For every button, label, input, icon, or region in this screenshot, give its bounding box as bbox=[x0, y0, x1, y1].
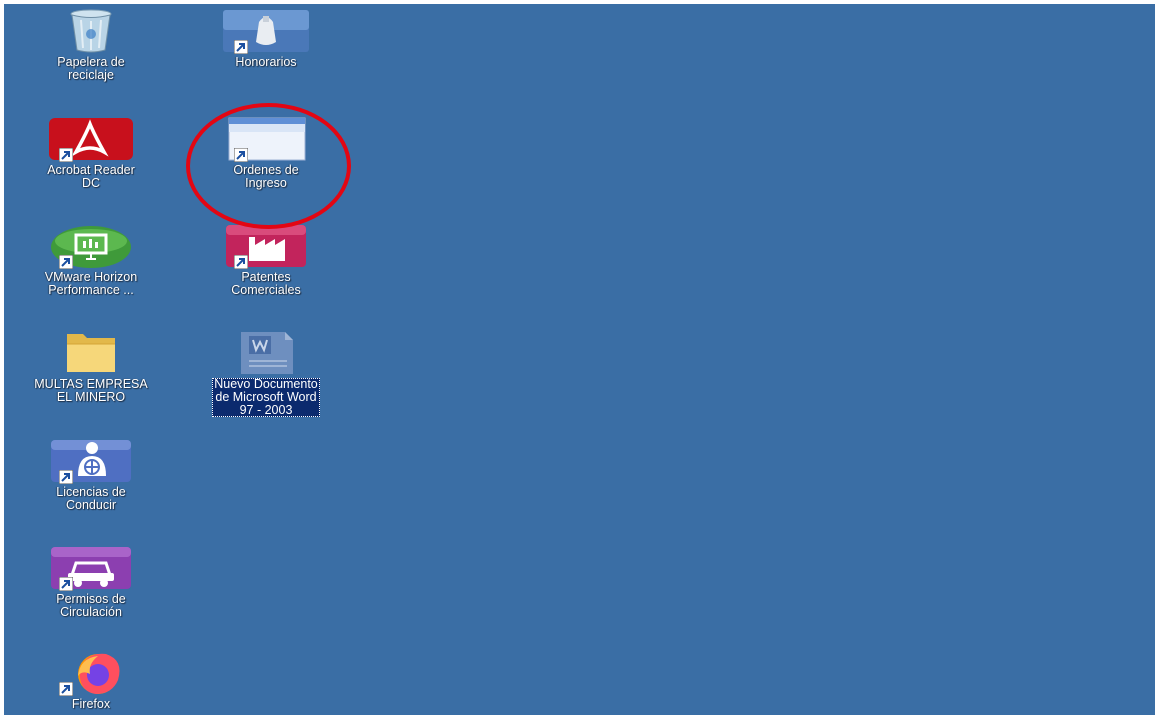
shortcut-arrow-icon bbox=[234, 148, 248, 162]
desktop-icon-permisos-de-circulacion[interactable]: Permisos de Circulación bbox=[4, 545, 178, 619]
desktop-icon-vmware-horizon[interactable]: VMware Horizon Performance ... bbox=[4, 223, 178, 297]
desktop-icon-label: Licencias de Conducir bbox=[56, 485, 126, 512]
desktop-icon-label: Nuevo Documento de Microsoft Word 97 - 2… bbox=[212, 377, 320, 417]
shortcut-arrow-icon bbox=[234, 40, 248, 54]
desktop-icon-label: Firefox bbox=[71, 697, 111, 711]
desktop-icon-ordenes-de-ingreso[interactable]: Ordenes de Ingreso bbox=[179, 116, 353, 190]
desktop-icon-label: VMware Horizon Performance ... bbox=[44, 270, 138, 297]
desktop-icon-licencias-de-conducir[interactable]: Licencias de Conducir bbox=[4, 438, 178, 512]
desktop-icon-multas-folder[interactable]: MULTAS EMPRESA EL MINERO bbox=[4, 330, 178, 404]
folder-icon bbox=[67, 334, 115, 372]
desktop-icon-word-document[interactable]: Nuevo Documento de Microsoft Word 97 - 2… bbox=[179, 330, 353, 417]
shortcut-arrow-icon bbox=[59, 682, 73, 696]
desktop-icon-patentes-comerciales[interactable]: Patentes Comerciales bbox=[179, 223, 353, 297]
desktop-icon-acrobat-reader[interactable]: Acrobat Reader DC bbox=[4, 116, 178, 190]
desktop-icon-label: MULTAS EMPRESA EL MINERO bbox=[34, 377, 148, 404]
shortcut-arrow-icon bbox=[59, 470, 73, 484]
desktop-icon-label: Patentes Comerciales bbox=[231, 270, 301, 297]
desktop-icon-label: Honorarios bbox=[235, 55, 297, 69]
shortcut-arrow-icon bbox=[59, 255, 73, 269]
shortcut-arrow-icon bbox=[234, 255, 248, 269]
desktop-icon-label: Permisos de Circulación bbox=[56, 592, 126, 619]
desktop-icon-recycle-bin[interactable]: Papelera de reciclaje bbox=[4, 8, 178, 82]
shortcut-arrow-icon bbox=[59, 577, 73, 591]
shortcut-arrow-icon bbox=[59, 148, 73, 162]
desktop-icon-label: Ordenes de Ingreso bbox=[233, 163, 299, 190]
desktop-icon-firefox[interactable]: Firefox bbox=[4, 650, 178, 711]
word-document-icon bbox=[241, 332, 293, 374]
desktop-icon-label: Papelera de reciclaje bbox=[57, 55, 125, 82]
desktop-icon-label: Acrobat Reader DC bbox=[47, 163, 135, 190]
desktop[interactable]: Papelera de reciclaje Honorarios Acrobat… bbox=[4, 4, 1155, 715]
desktop-icon-honorarios[interactable]: Honorarios bbox=[179, 8, 353, 69]
recycle-bin-icon bbox=[70, 9, 112, 53]
